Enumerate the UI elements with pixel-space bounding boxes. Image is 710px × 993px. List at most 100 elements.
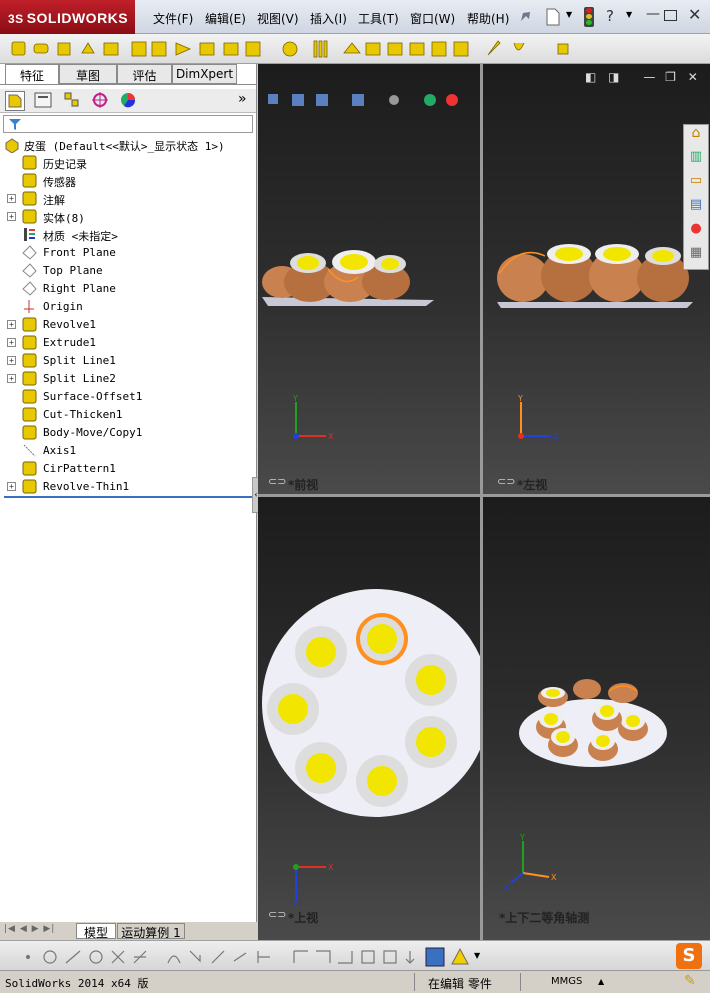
tree-item-label: Body-Move/Copy1 [43,426,143,439]
tab-features[interactable]: 特征 [5,64,59,84]
solid-bodies-icon [22,209,37,224]
viewport-controls: ◧ ◨ — ❐ ✕ [585,70,705,86]
front-axis-triad: YX [292,394,334,441]
tree-item-label: Cut-Thicken1 [43,408,123,421]
tab-motion-study[interactable]: 运动算例 1 [117,923,185,940]
svg-text:X: X [328,863,334,872]
display-manager-tab[interactable] [118,91,140,111]
dimxpert-manager-tab[interactable] [90,91,112,111]
annotation-icon [22,191,37,206]
expand-icon[interactable]: + [7,482,16,491]
feature-tree: 历史记录 传感器 + 注解 + 实体(8) 材质 <未指定> Front Plane Top P… [0,154,256,496]
next-view-button[interactable]: ◨ [608,70,619,84]
sketch-dropdown-icon[interactable]: ▼ [474,951,480,960]
cut-thicken-icon [22,407,37,422]
title-bar: 3S SOLIDWORKS 文件(F) 编辑(E) 视图(V) 插入(I) 工具(… [0,0,710,34]
heads-up-toolbar[interactable] [266,92,476,108]
extrude-icon [22,335,37,350]
feature-manager-tab[interactable] [5,91,25,111]
features-toolbar [0,34,710,64]
feature-tool-icons[interactable] [10,39,570,59]
maximize-button[interactable] [664,10,677,21]
viewport-top[interactable]: XZ ⊂⊃ *上视 [258,497,490,940]
tree-item-label: 历史记录 [43,158,87,171]
viewport-isometric[interactable]: Y X Z *上下二等角轴测 [483,497,710,940]
home-icon[interactable]: ⌂ [684,125,708,149]
filter-field[interactable] [3,115,253,133]
view-link-icon[interactable]: ⊂⊃ [268,475,286,488]
tree-item-label: Top Plane [43,264,103,277]
svg-text:Z: Z [553,432,559,441]
expand-icon[interactable]: + [7,194,16,203]
svg-text:Y: Y [292,394,298,403]
viewport-left[interactable]: ◧ ◨ — ❐ ✕ YZ ⊂⊃ *左视 [483,64,710,494]
design-library-icon[interactable]: ▥ [684,149,708,173]
menu-edit[interactable]: 编辑(E) [205,10,246,27]
viewport-minimize-button[interactable]: — [643,70,655,84]
status-divider [520,973,521,991]
menu-file[interactable]: 文件(F) [153,10,193,27]
pin-icon[interactable] [517,9,533,25]
tree-item-label: Split Line1 [43,354,116,367]
view-link-icon[interactable]: ⊂⊃ [497,475,515,488]
close-button[interactable]: ✕ [688,5,701,24]
expand-panel-icon[interactable]: » [238,91,247,107]
help-dropdown-icon[interactable]: ▼ [626,10,632,19]
rebuild-status-icon[interactable]: ✎ [684,973,696,989]
expand-icon[interactable]: + [7,374,16,383]
property-manager-tab[interactable] [33,91,55,111]
tab-sketch[interactable]: 草图 [59,64,117,84]
revolve-icon [22,317,37,332]
previous-view-button[interactable]: ◧ [585,70,596,84]
rebuild-traffic-light-icon[interactable] [584,7,594,27]
viewport-close-button[interactable]: ✕ [688,70,698,84]
sketch-tool-icons[interactable] [4,947,484,967]
menu-insert[interactable]: 插入(I) [310,10,347,27]
svg-text:X: X [551,873,557,882]
viewport-front[interactable]: YX ⊂⊃ *前视 [258,64,480,494]
expand-icon[interactable]: + [7,356,16,365]
tree-item-label: Right Plane [43,282,116,295]
tab-dimxpert[interactable]: DimXpert [172,64,237,84]
custom-properties-icon[interactable]: ▦ [684,245,708,269]
expand-icon[interactable]: + [7,338,16,347]
tab-model[interactable]: 模型 [76,923,116,940]
top-axis-triad: XZ [293,863,334,907]
plane-icon [22,281,37,296]
appearances-icon[interactable]: ● [684,221,708,245]
tree-item-label: Axis1 [43,444,77,457]
ime-s-icon[interactable]: S [676,943,702,969]
tab-evaluate[interactable]: 评估 [117,64,172,84]
axis-icon [22,443,37,458]
view-palette-icon[interactable]: ▤ [684,197,708,221]
menu-help[interactable]: 帮助(H) [467,10,509,27]
units-text[interactable]: MMGS [551,976,582,987]
help-icon[interactable]: ? [606,7,614,25]
viewport-restore-button[interactable]: ❐ [665,70,676,84]
solidworks-logo[interactable]: 3S SOLIDWORKS [0,0,135,34]
svg-text:Y: Y [517,394,523,403]
menu-tools[interactable]: 工具(T) [358,10,399,27]
minimize-button[interactable]: — [646,6,660,22]
view-label-top: *上视 [288,911,319,925]
tree-item-label: 实体(8) [43,212,85,225]
units-dropdown-icon[interactable]: ▲ [598,977,604,986]
tree-item-label: Split Line2 [43,372,116,385]
view-link-icon[interactable]: ⊂⊃ [268,908,286,921]
split-line-icon [22,353,37,368]
status-bar: SolidWorks 2014 x64 版 在编辑 零件 MMGS ▲ ✎ [0,970,710,993]
file-explorer-icon[interactable]: ▭ [684,173,708,197]
menu-view[interactable]: 视图(V) [257,10,299,27]
bottom-tab-bar: |◀ ◀ ▶ ▶| 模型 运动算例 1 [0,922,257,940]
filter-icon [9,119,21,130]
status-divider [414,973,415,991]
configuration-manager-tab[interactable] [62,91,84,111]
rollback-bar[interactable] [4,496,254,498]
new-dropdown-icon[interactable]: ▼ [566,10,572,19]
tree-root[interactable]: 皮蛋 (Default<<默认>_显示状态 1>) [0,136,256,154]
expand-icon[interactable]: + [7,320,16,329]
expand-icon[interactable]: + [7,212,16,221]
new-document-icon[interactable] [545,8,561,26]
tab-scroll-arrows[interactable]: |◀ ◀ ▶ ▶| [4,924,72,938]
menu-window[interactable]: 窗口(W) [410,10,455,27]
